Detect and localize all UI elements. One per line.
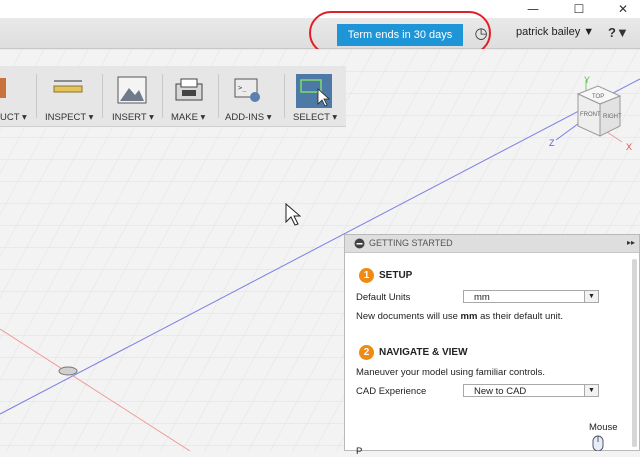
- cad-experience-select[interactable]: New to CAD ▼: [463, 384, 599, 397]
- cube-right-face: RIGHT: [603, 114, 622, 120]
- maximize-button[interactable]: ☐: [564, 0, 594, 18]
- addins-icon: >_: [234, 78, 260, 102]
- svg-text:>_: >_: [238, 84, 247, 92]
- setup-heading: SETUP: [379, 270, 413, 281]
- origin-marker: [58, 366, 78, 376]
- select-cursor-icon: [296, 74, 332, 108]
- main-toolbar: UCT ▾ INSPECT ▾ INSERT ▾ MAKE ▾ >_ ADD-I…: [0, 66, 346, 127]
- printer-icon: [175, 78, 203, 101]
- minimize-button[interactable]: —: [518, 0, 548, 18]
- cube-z-label: Z: [549, 138, 555, 148]
- cad-experience-label: CAD Experience: [356, 386, 427, 397]
- make-menu[interactable]: MAKE ▾: [168, 66, 212, 126]
- units-note: New documents will use mm as their defau…: [356, 311, 564, 322]
- dropdown-arrow-icon: ▼: [584, 385, 598, 396]
- cube-y-label: Y: [584, 75, 590, 85]
- getting-started-panel: GETTING STARTED ▸▸ 1 SETUP Default Units…: [344, 234, 640, 457]
- inspect-menu[interactable]: INSPECT ▾: [42, 66, 94, 126]
- panel-title: GETTING STARTED: [369, 238, 453, 248]
- navigate-heading: NAVIGATE & VIEW: [379, 347, 468, 358]
- default-units-label: Default Units: [356, 292, 411, 303]
- panel-header: GETTING STARTED ▸▸: [345, 235, 639, 253]
- ruler-icon: [53, 80, 83, 93]
- default-units-select[interactable]: mm ▼: [463, 290, 599, 303]
- insert-menu[interactable]: INSERT ▾: [108, 66, 156, 126]
- step-badge-setup: 1: [359, 268, 374, 283]
- cube-front-face: FRONT: [580, 112, 601, 118]
- close-button[interactable]: ✕: [608, 0, 638, 18]
- navigate-description: Maneuver your model using familiar contr…: [356, 367, 546, 378]
- help-menu[interactable]: ?▼: [608, 25, 629, 40]
- select-menu[interactable]: SELECT ▾: [290, 66, 340, 126]
- step-badge-navigate: 2: [359, 345, 374, 360]
- expand-icon[interactable]: ▸▸: [627, 238, 635, 247]
- cube-x-label: X: [626, 142, 632, 152]
- cube-top-face: TOP: [592, 94, 604, 100]
- partial-text: P: [356, 446, 363, 457]
- construct-menu[interactable]: UCT ▾: [0, 66, 30, 126]
- mouse-label: Mouse: [589, 422, 618, 433]
- panel-scrollbar[interactable]: [632, 259, 637, 447]
- collapse-icon[interactable]: [354, 238, 365, 249]
- mouse-icon: [592, 435, 604, 451]
- cursor-arrow-icon: [285, 203, 301, 226]
- dropdown-arrow-icon: ▼: [584, 291, 598, 302]
- construct-icon: [0, 78, 6, 98]
- user-menu[interactable]: patrick bailey ▼: [516, 26, 594, 38]
- addins-menu[interactable]: >_ ADD-INS ▾: [222, 66, 276, 126]
- view-cube[interactable]: TOP FRONT RIGHT Y Z X: [546, 74, 638, 158]
- image-icon: [117, 76, 147, 104]
